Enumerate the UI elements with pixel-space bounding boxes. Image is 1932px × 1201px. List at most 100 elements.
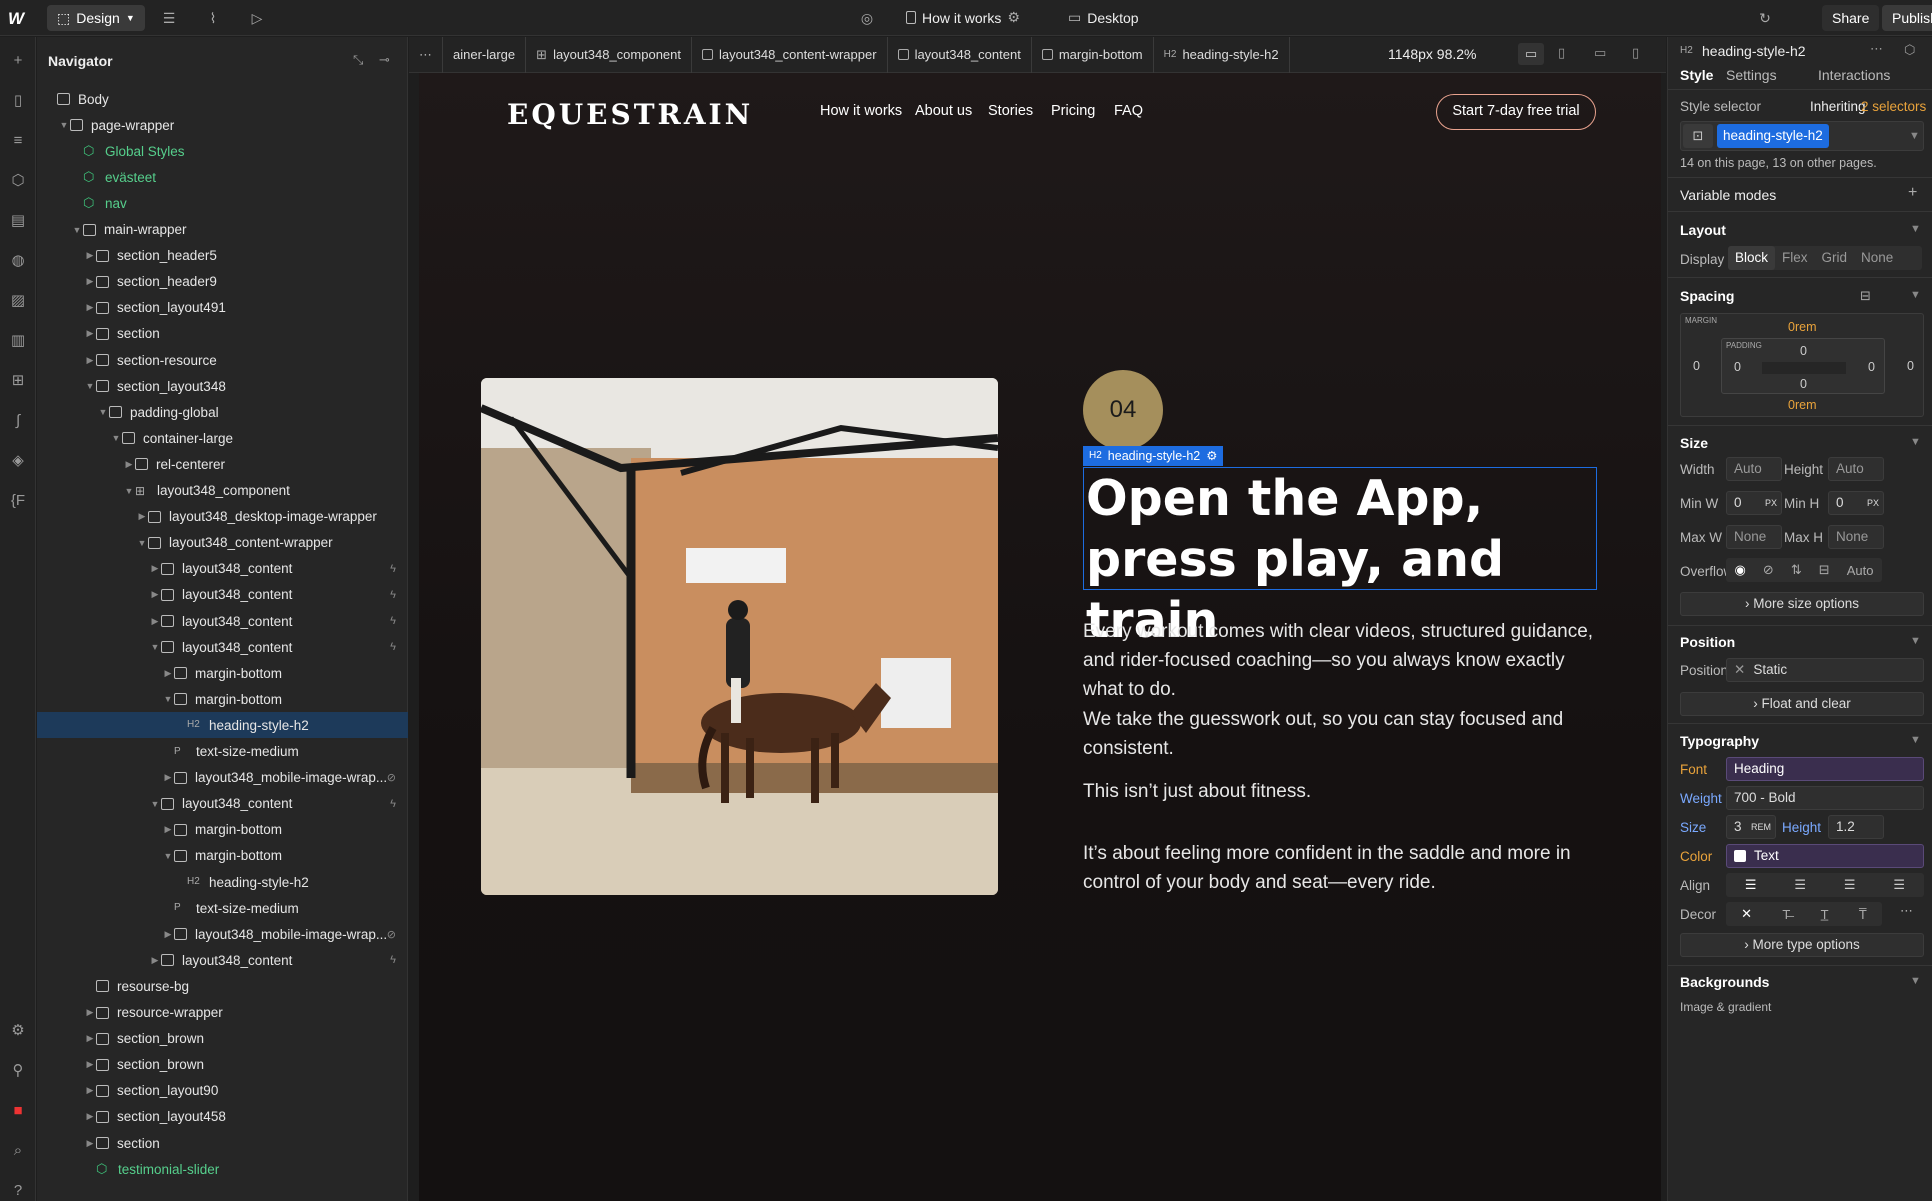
chevron-right-icon[interactable]: ▶ — [149, 589, 161, 600]
design-mode-button[interactable]: ⬚ Design ▼ — [47, 5, 145, 31]
variables-icon[interactable]: ◍ — [8, 251, 28, 271]
inheriting-count[interactable]: 2 selectors — [1861, 99, 1926, 114]
navigator-node[interactable]: ▼ container-large — [37, 425, 408, 451]
spacing-preset-icon[interactable]: ⊟ — [1860, 288, 1871, 304]
component-icon[interactable]: ⬡ — [1904, 42, 1915, 58]
chevron-down-icon[interactable]: ▼ — [162, 851, 174, 861]
chevron-right-icon[interactable]: ▶ — [84, 276, 96, 287]
navigator-node[interactable]: ▶ layout348_content ϟ — [37, 947, 408, 973]
more-type-options-button[interactable]: › More type options — [1680, 933, 1924, 957]
more-icon[interactable]: ⋯ — [1900, 903, 1913, 919]
float-and-clear-button[interactable]: › Float and clear — [1680, 692, 1924, 716]
chevron-down-icon[interactable]: ▼ — [1910, 975, 1921, 987]
library-icon[interactable]: ▥ — [8, 331, 28, 351]
cta-button[interactable]: Start 7-day free trial — [1436, 94, 1596, 130]
eye-off-icon[interactable]: ⊘ — [1763, 562, 1774, 578]
audit-icon[interactable]: ⚲ — [8, 1061, 28, 1081]
navigator-node[interactable]: ▶ section — [37, 1130, 408, 1156]
navigator-node[interactable]: ▼ margin-bottom — [37, 843, 408, 869]
chevron-right-icon[interactable]: ▶ — [149, 955, 161, 966]
navigator-node[interactable]: ▼ main-wrapper — [37, 217, 408, 243]
display-grid[interactable]: Grid — [1815, 246, 1855, 270]
chevron-down-icon[interactable]: ▼ — [1910, 289, 1921, 301]
maxh-input[interactable]: None — [1828, 525, 1884, 549]
breakpoint-desktop-icon[interactable]: ▭ — [1518, 43, 1544, 65]
navigator-node[interactable]: ⬡ testimonial-slider — [37, 1156, 408, 1182]
chevron-right-icon[interactable]: ▶ — [136, 511, 148, 522]
device-selector[interactable]: ▭ Desktop — [1068, 9, 1139, 26]
tab-settings[interactable]: Settings — [1726, 67, 1777, 83]
font-size-input[interactable]: 3 REM — [1726, 815, 1776, 839]
nav-link[interactable]: Pricing — [1051, 103, 1095, 119]
navigator-node[interactable]: ▶ section_brown — [37, 1026, 408, 1052]
selector-icon[interactable]: ⊡ — [1683, 124, 1713, 148]
align-right-icon[interactable]: ☰ — [1844, 877, 1856, 893]
chevron-right-icon[interactable]: ▶ — [84, 355, 96, 366]
navigator-node[interactable]: ▶ layout348_content ϟ — [37, 582, 408, 608]
navigator-icon[interactable]: ≡ — [8, 131, 28, 151]
body-paragraph[interactable]: It’s about feeling more confident in the… — [1083, 839, 1603, 897]
settings-icon[interactable]: ⚙ — [8, 1021, 28, 1041]
add-icon[interactable]: + — [1908, 184, 1917, 202]
navigator-node[interactable]: ▶ layout348_mobile-image-wrap... ⊘ — [37, 921, 408, 947]
navigator-node[interactable]: ⬡ evästeet — [37, 164, 408, 190]
gear-icon[interactable]: ⚙ — [1206, 446, 1217, 466]
publish-button[interactable]: Publish — [1882, 5, 1932, 31]
navigator-node[interactable]: ▶ section_layout458 — [37, 1104, 408, 1130]
navigator-node[interactable]: ▶ section_layout90 — [37, 1078, 408, 1104]
navigator-node[interactable]: ▼ section_layout348 — [37, 373, 408, 399]
navigator-node[interactable]: Ptext-size-medium — [37, 895, 408, 921]
hero-image[interactable] — [481, 378, 998, 895]
page-selector[interactable]: How it works ⚙ — [906, 9, 1020, 26]
settings-icon[interactable]: ⚙ — [1007, 9, 1020, 26]
logic-icon[interactable]: ∫ — [8, 411, 28, 431]
navigator-node[interactable]: ▶ layout348_content ϟ — [37, 556, 408, 582]
navigator-node[interactable]: Body — [37, 86, 408, 112]
components-icon[interactable]: ⬡ — [8, 171, 28, 191]
navigator-node[interactable]: ▶ section-resource — [37, 347, 408, 373]
margin-top[interactable]: 0rem — [1788, 320, 1816, 334]
navigator-node[interactable]: ▶ rel-centerer — [37, 451, 408, 477]
navigator-node[interactable]: ▶ layout348_content ϟ — [37, 608, 408, 634]
margin-box[interactable]: MARGIN 0rem 0rem 0 0 PADDING 0 0 0 0 — [1680, 313, 1924, 417]
chevron-down-icon[interactable]: ▼ — [1910, 223, 1921, 235]
selector-chip[interactable]: heading-style-h2 — [1717, 124, 1829, 148]
padding-right[interactable]: 0 — [1868, 360, 1875, 374]
navigator-node[interactable]: ▶ layout348_mobile-image-wrap... ⊘ — [37, 765, 408, 791]
chevron-right-icon[interactable]: ▶ — [162, 929, 174, 940]
chevron-down-icon[interactable]: ▼ — [110, 433, 122, 443]
chevron-right-icon[interactable]: ▶ — [84, 250, 96, 261]
breadcrumb-item[interactable]: margin-bottom — [1032, 36, 1154, 73]
eye-icon[interactable]: ◉ — [1735, 562, 1746, 578]
nav-link[interactable]: Stories — [988, 103, 1033, 119]
padding-left[interactable]: 0 — [1734, 360, 1741, 374]
webflow-logo-icon[interactable]: W — [8, 9, 28, 28]
body-paragraph[interactable]: This isn’t just about fitness. — [1083, 777, 1603, 806]
breakpoint-tablet-icon[interactable]: ▯ — [1558, 45, 1565, 61]
help-icon[interactable]: ? — [8, 1181, 28, 1201]
chevron-right-icon[interactable]: ▶ — [84, 328, 96, 339]
chevron-down-icon[interactable]: ▼ — [1910, 734, 1921, 746]
breakpoint-mobile-icon[interactable]: ▯ — [1632, 45, 1639, 61]
globe-icon[interactable]: ◎ — [858, 9, 876, 27]
navigator-node[interactable]: ▼ page-wrapper — [37, 112, 408, 138]
navigator-node[interactable]: ▶ section_header5 — [37, 243, 408, 269]
navigator-node[interactable]: ⬡ Global Styles — [37, 138, 408, 164]
navigator-node[interactable]: ▼ margin-bottom — [37, 686, 408, 712]
cms-icon[interactable]: ☰ — [160, 9, 178, 27]
color-select[interactable]: Text — [1726, 844, 1924, 868]
add-icon[interactable]: + — [8, 51, 28, 71]
tab-style[interactable]: Style — [1680, 67, 1713, 83]
chevron-down-icon[interactable]: ▼ — [136, 538, 148, 548]
chevron-down-icon[interactable]: ▼ — [1909, 130, 1920, 142]
navigator-node[interactable]: ▶ section_header9 — [37, 269, 408, 295]
navigator-node[interactable]: ⬡ nav — [37, 190, 408, 216]
underline-icon[interactable]: T̲ — [1821, 907, 1829, 922]
position-select[interactable]: ✕ Static — [1726, 658, 1924, 682]
canvas-width-readout[interactable]: 1148px 98.2% — [1388, 46, 1476, 62]
chevron-right-icon[interactable]: ▶ — [84, 1007, 96, 1018]
body-paragraph[interactable]: We take the guesswork out, so you can st… — [1083, 705, 1603, 763]
navigator-node[interactable]: ▶ section_layout491 — [37, 295, 408, 321]
navigator-node[interactable]: ▶ margin-bottom — [37, 817, 408, 843]
font-select[interactable]: Heading — [1726, 757, 1924, 781]
